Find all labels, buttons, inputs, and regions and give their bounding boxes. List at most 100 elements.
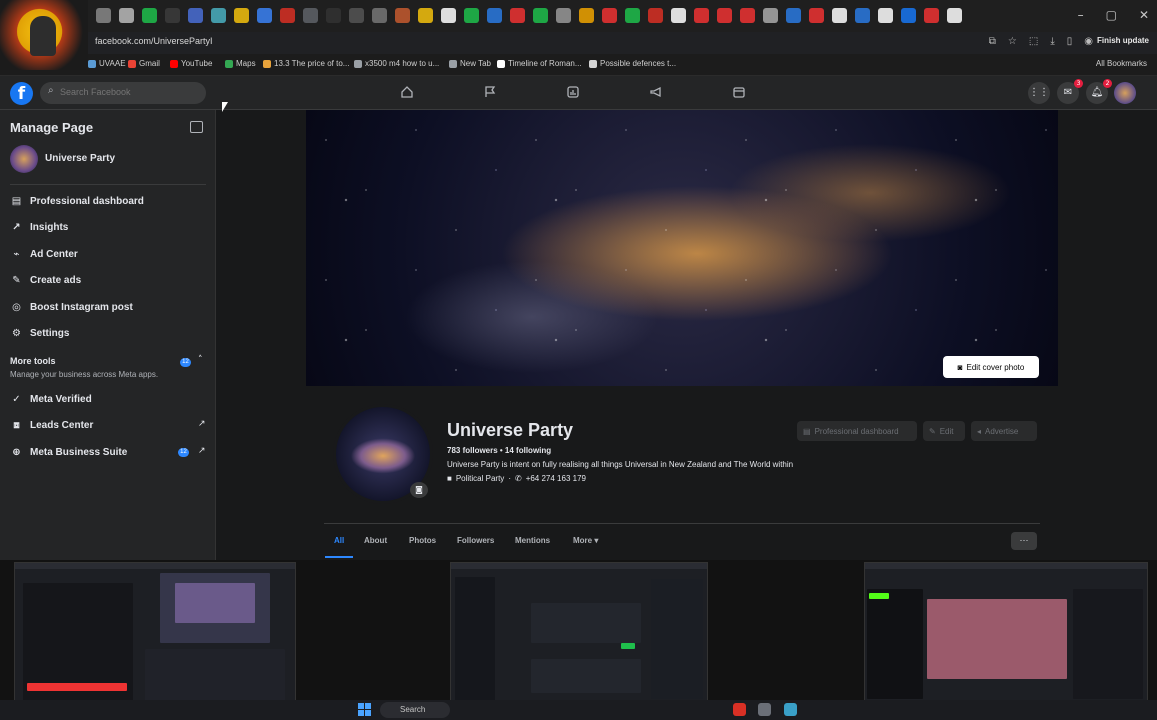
window-preview-2[interactable]	[450, 562, 708, 710]
camera-icon[interactable]: ◙	[410, 482, 428, 498]
sidebar-item-ad-center[interactable]: ⌁ Ad Center	[10, 245, 210, 263]
edit-cover-photo-button[interactable]: ◙ Edit cover photo	[943, 356, 1039, 378]
all-bookmarks-button[interactable]: All Bookmarks	[1096, 59, 1147, 68]
tab-favicon-icon[interactable]	[533, 8, 548, 23]
tab-favicon-icon[interactable]	[901, 8, 916, 23]
messenger-icon[interactable]: ✉ 3	[1057, 79, 1083, 104]
home-icon[interactable]	[400, 85, 414, 99]
bookmark-item[interactable]: New Tab	[449, 59, 491, 68]
insights-chart-icon[interactable]	[566, 85, 580, 99]
address-bar[interactable]: facebook.com/UniversePartyI	[95, 36, 213, 46]
tab-favicon-icon[interactable]	[280, 8, 295, 23]
tab-favicon-icon[interactable]	[372, 8, 387, 23]
profile-avatar-icon[interactable]: ◉	[1084, 36, 1093, 47]
window-preview-1[interactable]	[14, 562, 296, 710]
bookmark-item[interactable]: Timeline of Roman...	[497, 59, 582, 68]
edit-button[interactable]: ✎ Edit	[923, 421, 965, 441]
tab-favicon-icon[interactable]	[947, 8, 962, 23]
tab-favicon-icon[interactable]	[740, 8, 755, 23]
tab-favicon-icon[interactable]	[579, 8, 594, 23]
tab-favicon-icon[interactable]	[96, 8, 111, 23]
tab-about[interactable]: About	[364, 536, 387, 545]
sidebar-item-professional-dashboard[interactable]: ▤ Professional dashboard	[10, 192, 210, 210]
download-icon[interactable]: ⤓	[1050, 36, 1054, 47]
tab-favicon-icon[interactable]	[878, 8, 893, 23]
external-link-icon[interactable]: ↗	[198, 419, 206, 429]
tab-favicon-icon[interactable]	[855, 8, 870, 23]
tab-favicon-icon[interactable]	[326, 8, 341, 23]
close-window-button[interactable]: ✕	[1139, 8, 1149, 22]
tab-all[interactable]: All	[334, 536, 344, 545]
chevron-up-icon[interactable]: ˄	[198, 355, 203, 365]
app-taskbar-icon[interactable]	[784, 703, 797, 716]
tab-favicon-icon[interactable]	[441, 8, 456, 23]
professional-dashboard-button[interactable]: ▤ Professional dashboard	[797, 421, 917, 441]
facebook-search[interactable]: ⌕	[40, 82, 206, 104]
external-link-icon[interactable]: ↗	[198, 446, 206, 456]
tab-favicon-icon[interactable]	[602, 8, 617, 23]
minimize-button[interactable]: –	[1078, 8, 1084, 22]
tab-more[interactable]: More ▾	[573, 536, 598, 545]
tab-favicon-icon[interactable]	[625, 8, 640, 23]
tab-favicon-icon[interactable]	[694, 8, 709, 23]
bookmark-item[interactable]: x3500 m4 how to u...	[354, 59, 439, 68]
tab-photos[interactable]: Photos	[409, 536, 436, 545]
tab-favicon-icon[interactable]	[349, 8, 364, 23]
sidebar-item-boost-instagram[interactable]: ◎ Boost Instagram post	[10, 298, 210, 316]
taskbar-search[interactable]: Search	[380, 702, 450, 718]
bookmark-item[interactable]: UVAAE	[88, 59, 126, 68]
tab-favicon-icon[interactable]	[763, 8, 778, 23]
more-tools-heading[interactable]: More tools	[10, 356, 56, 366]
tab-favicon-icon[interactable]	[809, 8, 824, 23]
sidebar-item-create-ads[interactable]: ✎ Create ads	[10, 271, 210, 289]
tab-favicon-icon[interactable]	[487, 8, 502, 23]
search-input[interactable]	[60, 87, 200, 97]
tab-favicon-icon[interactable]	[832, 8, 847, 23]
bookmark-item[interactable]: YouTube	[170, 59, 212, 68]
tab-favicon-icon[interactable]	[234, 8, 249, 23]
tab-favicon-icon[interactable]	[786, 8, 801, 23]
page-avatar[interactable]	[10, 145, 38, 173]
install-icon[interactable]: ⧉	[989, 36, 996, 47]
sidebar-icon[interactable]: ▯	[1067, 36, 1073, 47]
menu-grid-icon[interactable]: ⋮⋮	[1028, 82, 1050, 104]
notifications-bell-icon[interactable]: 🔔︎ 2	[1086, 79, 1112, 104]
tab-favicon-icon[interactable]	[418, 8, 433, 23]
bookmark-item[interactable]: Gmail	[128, 59, 160, 68]
page-name-link[interactable]: Universe Party	[45, 153, 115, 164]
facebook-logo[interactable]: f	[10, 82, 33, 105]
sidebar-item-settings[interactable]: ⚙ Settings	[10, 324, 210, 342]
tab-followers[interactable]: Followers	[457, 536, 494, 545]
calendar-icon[interactable]	[732, 85, 746, 99]
maximize-button[interactable]: ▢	[1106, 8, 1117, 22]
windows-start-icon[interactable]	[358, 703, 371, 716]
tab-favicon-icon[interactable]	[303, 8, 318, 23]
tab-favicon-icon[interactable]	[188, 8, 203, 23]
tab-favicon-icon[interactable]	[717, 8, 732, 23]
tab-favicon-icon[interactable]	[510, 8, 525, 23]
tab-favicon-icon[interactable]	[395, 8, 410, 23]
collapse-sidebar-icon[interactable]	[190, 121, 203, 133]
tab-favicon-icon[interactable]	[211, 8, 226, 23]
more-options-button[interactable]: ···	[1011, 532, 1037, 550]
finish-update-button[interactable]: Finish update	[1097, 36, 1149, 45]
star-icon[interactable]: ☆	[1008, 36, 1017, 47]
chrome-taskbar-icon[interactable]	[733, 703, 746, 716]
tab-mentions[interactable]: Mentions	[515, 536, 550, 545]
tab-favicon-icon[interactable]	[924, 8, 939, 23]
tab-favicon-icon[interactable]	[464, 8, 479, 23]
sidebar-item-meta-verified[interactable]: ✓ Meta Verified	[10, 390, 210, 408]
follower-stats[interactable]: 783 followers • 14 following	[447, 446, 551, 455]
tab-favicon-icon[interactable]	[671, 8, 686, 23]
tab-favicon-icon[interactable]	[119, 8, 134, 23]
account-avatar[interactable]	[1114, 82, 1136, 104]
pages-flag-icon[interactable]	[483, 85, 497, 99]
settings-taskbar-icon[interactable]	[758, 703, 771, 716]
sidebar-item-insights[interactable]: ↗ Insights	[10, 218, 210, 236]
bookmark-item[interactable]: Maps	[225, 59, 256, 68]
megaphone-icon[interactable]	[649, 85, 663, 99]
bookmark-item[interactable]: Possible defences t...	[589, 59, 676, 68]
tab-favicon-icon[interactable]	[257, 8, 272, 23]
bookmark-item[interactable]: 13.3 The price of to...	[263, 59, 349, 68]
extensions-icon[interactable]: ⬚	[1029, 36, 1038, 47]
